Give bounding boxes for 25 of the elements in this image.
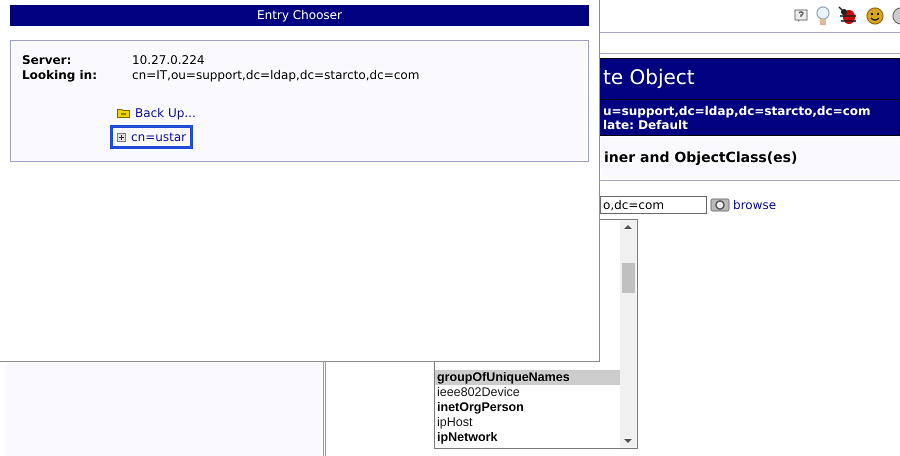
objectclass-option[interactable]: inetOrgPerson <box>435 400 620 415</box>
smiley-icon[interactable] <box>866 7 884 25</box>
lightbulb-icon[interactable] <box>816 6 830 26</box>
template-text: late: Default <box>603 118 689 132</box>
objectclass-option[interactable]: ipNetwork <box>435 430 620 445</box>
server-value: 10.27.0.224 <box>132 53 205 68</box>
help-icon[interactable] <box>794 9 808 23</box>
bug-icon[interactable] <box>838 6 858 26</box>
server-label: Server: <box>22 53 72 68</box>
objectclass-option[interactable]: ipHost <box>435 415 620 430</box>
objectclass-option[interactable]: groupOfUniqueNames <box>435 370 620 385</box>
objectclass-option[interactable]: ieee802Device <box>435 385 620 400</box>
looking-in-label: Looking in: <box>22 68 98 83</box>
scroll-thumb[interactable] <box>622 263 635 293</box>
scrollbar[interactable] <box>620 220 637 448</box>
folder-icon <box>117 108 130 118</box>
entry-link[interactable]: Back Up... <box>135 106 196 120</box>
expand-icon[interactable] <box>117 132 126 142</box>
container-field[interactable]: o,dc=com <box>600 196 707 214</box>
scroll-down-icon[interactable] <box>624 439 632 443</box>
window-title: Entry Chooser <box>10 5 589 26</box>
scroll-up-icon[interactable] <box>624 225 632 229</box>
magnifier-icon[interactable] <box>709 196 731 214</box>
browse-link[interactable]: browse <box>733 198 776 212</box>
dn-text: u=support,dc=ldap,dc=starcto,dc=com <box>603 104 872 118</box>
